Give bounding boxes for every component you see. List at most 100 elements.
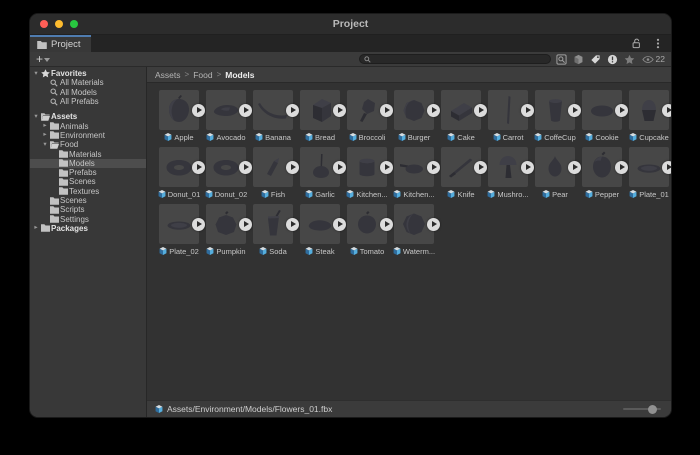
tree-item-environment[interactable]: ▸Environment (30, 131, 146, 140)
expand-asset-button[interactable] (239, 218, 252, 231)
search-by-type-icon[interactable] (555, 53, 568, 65)
expand-asset-button[interactable] (662, 104, 671, 117)
asset-thumbnail[interactable] (300, 147, 340, 187)
asset-item[interactable]: Tomato (347, 204, 387, 256)
asset-item[interactable]: Pumpkin (206, 204, 246, 256)
expand-asset-button[interactable] (239, 161, 252, 174)
asset-item[interactable]: CoffeCup (535, 90, 575, 142)
expand-asset-button[interactable] (380, 161, 393, 174)
tree-item-prefabs[interactable]: Prefabs (30, 168, 146, 177)
breadcrumb-segment-assets[interactable]: Assets (155, 70, 181, 80)
asset-item[interactable]: Broccoli (347, 90, 387, 142)
tree-item-all-models[interactable]: All Models (30, 88, 146, 97)
expand-asset-button[interactable] (427, 161, 440, 174)
asset-item[interactable]: Steak (300, 204, 340, 256)
breadcrumb-segment-models[interactable]: Models (225, 70, 254, 80)
tree-item-textures[interactable]: Textures (30, 187, 146, 196)
tree-item-scenes[interactable]: Scenes (30, 196, 146, 205)
expand-asset-button[interactable] (427, 218, 440, 231)
asset-item[interactable]: Banana (253, 90, 293, 142)
asset-item[interactable]: Knife (441, 147, 481, 199)
asset-item[interactable]: Donut_02 (206, 147, 246, 199)
expand-asset-button[interactable] (427, 104, 440, 117)
asset-item[interactable]: Mushro... (488, 147, 528, 199)
asset-thumbnail[interactable] (206, 147, 246, 187)
asset-thumbnail[interactable] (300, 90, 340, 130)
create-asset-button[interactable]: + (36, 54, 50, 64)
expander-closed-icon[interactable]: ▸ (41, 122, 49, 130)
expand-asset-button[interactable] (192, 104, 205, 117)
asset-thumbnail[interactable] (206, 90, 246, 130)
asset-thumbnail[interactable] (582, 147, 622, 187)
tree-item-packages[interactable]: ▸Packages (30, 224, 146, 233)
expand-asset-button[interactable] (286, 161, 299, 174)
asset-thumbnail[interactable] (488, 90, 528, 130)
asset-thumbnail[interactable] (253, 90, 293, 130)
expand-asset-button[interactable] (333, 218, 346, 231)
asset-thumbnail[interactable] (159, 204, 199, 244)
asset-thumbnail[interactable] (347, 147, 387, 187)
tree-item-scripts[interactable]: Scripts (30, 205, 146, 214)
asset-thumbnail[interactable] (582, 90, 622, 130)
asset-item[interactable]: Donut_01 (159, 147, 199, 199)
asset-thumbnail[interactable] (441, 90, 481, 130)
tree-item-settings[interactable]: Settings (30, 214, 146, 223)
tree-item-assets[interactable]: ▾Assets (30, 112, 146, 121)
expand-asset-button[interactable] (333, 104, 346, 117)
tree-item-all-prefabs[interactable]: All Prefabs (30, 97, 146, 106)
asset-item[interactable]: Pear (535, 147, 575, 199)
expand-asset-button[interactable] (192, 218, 205, 231)
asset-item[interactable]: Cupcake (629, 90, 669, 142)
slider-handle[interactable] (648, 405, 657, 414)
expand-asset-button[interactable] (568, 104, 581, 117)
asset-thumbnail[interactable] (300, 204, 340, 244)
expand-asset-button[interactable] (192, 161, 205, 174)
expander-closed-icon[interactable]: ▸ (32, 224, 40, 232)
asset-item[interactable]: Cake (441, 90, 481, 142)
asset-thumbnail[interactable] (206, 204, 246, 244)
tree-item-favorites[interactable]: ▾Favorites (30, 69, 146, 78)
asset-thumbnail[interactable] (629, 147, 669, 187)
unlock-icon[interactable] (630, 38, 643, 50)
visible-items-toggle[interactable]: 22 (642, 54, 665, 64)
asset-thumbnail[interactable] (394, 204, 434, 244)
expand-asset-button[interactable] (380, 218, 393, 231)
asset-thumbnail[interactable] (488, 147, 528, 187)
asset-thumbnail[interactable] (347, 90, 387, 130)
asset-thumbnail[interactable] (394, 147, 434, 187)
asset-thumbnail[interactable] (253, 147, 293, 187)
expand-asset-button[interactable] (662, 161, 671, 174)
asset-item[interactable]: Fish (253, 147, 293, 199)
asset-thumbnail[interactable] (159, 90, 199, 130)
kebab-menu-icon[interactable] (651, 38, 664, 50)
asset-item[interactable]: Burger (394, 90, 434, 142)
saved-search-star-icon[interactable] (623, 53, 636, 65)
import-log-icon[interactable] (606, 53, 619, 65)
expander-open-icon[interactable]: ▾ (32, 70, 40, 78)
asset-item[interactable]: Soda (253, 204, 293, 256)
expand-asset-button[interactable] (474, 104, 487, 117)
expand-asset-button[interactable] (474, 161, 487, 174)
asset-item[interactable]: Plate_02 (159, 204, 199, 256)
search-field[interactable] (359, 54, 551, 64)
expand-asset-button[interactable] (239, 104, 252, 117)
expand-asset-button[interactable] (521, 104, 534, 117)
expand-asset-button[interactable] (333, 161, 346, 174)
asset-item[interactable]: Plate_01 (629, 147, 669, 199)
tree-item-materials[interactable]: Materials (30, 149, 146, 158)
thumbnail-zoom-slider[interactable] (623, 408, 661, 410)
tree-item-models[interactable]: Models (30, 159, 146, 168)
asset-item[interactable]: Kitchen... (347, 147, 387, 199)
asset-item[interactable]: Apple (159, 90, 199, 142)
expand-asset-button[interactable] (615, 161, 628, 174)
expand-asset-button[interactable] (615, 104, 628, 117)
expander-closed-icon[interactable]: ▸ (41, 131, 49, 139)
asset-item[interactable]: Pepper (582, 147, 622, 199)
expander-open-icon[interactable]: ▾ (32, 113, 40, 121)
expander-open-icon[interactable]: ▾ (41, 141, 49, 149)
asset-thumbnail[interactable] (347, 204, 387, 244)
asset-thumbnail[interactable] (535, 147, 575, 187)
asset-item[interactable]: Kitchen... (394, 147, 434, 199)
asset-thumbnail[interactable] (629, 90, 669, 130)
asset-item[interactable]: Avocado (206, 90, 246, 142)
